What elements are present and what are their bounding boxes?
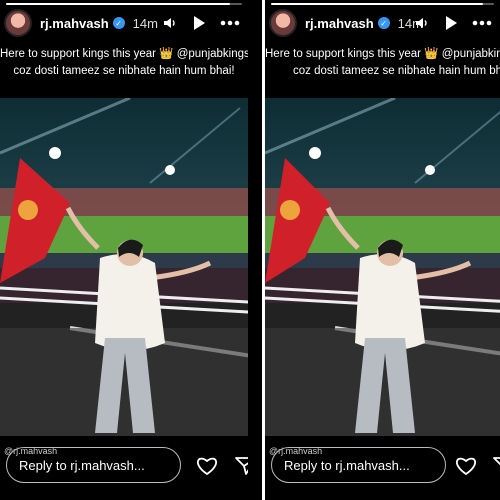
- story-footer: @rj.mahvash Reply to rj.mahvash...: [265, 440, 500, 500]
- verified-badge-icon: ✓: [377, 17, 390, 29]
- story-caption: Here to support kings this year 👑 @punja…: [265, 46, 500, 80]
- username[interactable]: rj.mahvash: [305, 16, 374, 31]
- time-ago: 14m: [132, 15, 158, 31]
- more-icon[interactable]: [220, 20, 240, 26]
- story-panel-right: rj.mahvash ✓ 14m Here to support kings t…: [265, 0, 500, 500]
- story-header: rj.mahvash ✓ 14m: [0, 8, 248, 38]
- story-footer: @rj.mahvash Reply to rj.mahvash...: [0, 440, 248, 500]
- username[interactable]: rj.mahvash: [40, 16, 109, 31]
- avatar[interactable]: [269, 9, 297, 37]
- caption-text-1: Here to support kings this year: [265, 48, 421, 60]
- caption-text-1: Here to support kings this year: [0, 48, 156, 60]
- send-icon[interactable]: [235, 456, 248, 481]
- play-icon[interactable]: [192, 15, 206, 31]
- story-photo: [0, 98, 248, 436]
- caption-text-2: coz dosti tameez se nibhate hain hum bha…: [293, 65, 500, 77]
- heart-icon[interactable]: [455, 456, 477, 481]
- crown-emoji: 👑: [424, 48, 439, 60]
- mention-link[interactable]: @punjabkingsipl: [177, 48, 248, 60]
- reply-input[interactable]: Reply to rj.mahvash...: [6, 447, 181, 483]
- speaker-icon[interactable]: [162, 15, 178, 31]
- story-panel-left: rj.mahvash ✓ 14m Here to support kings t…: [0, 0, 248, 500]
- reply-input[interactable]: Reply to rj.mahvash...: [271, 447, 446, 483]
- story-progress-bar: [271, 3, 494, 5]
- mention-link[interactable]: @punjabkingsipl: [442, 48, 500, 60]
- heart-icon[interactable]: [196, 456, 218, 481]
- speaker-icon[interactable]: [414, 15, 430, 31]
- story-header: rj.mahvash ✓ 14m: [265, 8, 500, 38]
- play-icon[interactable]: [444, 15, 458, 31]
- caption-text-2: coz dosti tameez se nibhate hain hum bha…: [13, 65, 235, 77]
- send-icon[interactable]: [493, 456, 500, 481]
- avatar[interactable]: [4, 9, 32, 37]
- story-caption: Here to support kings this year 👑 @punja…: [0, 46, 248, 80]
- crown-emoji: 👑: [159, 48, 174, 60]
- story-photo: [265, 98, 500, 436]
- verified-badge-icon: ✓: [112, 17, 125, 29]
- story-progress-bar: [6, 3, 242, 5]
- more-icon[interactable]: [472, 20, 492, 26]
